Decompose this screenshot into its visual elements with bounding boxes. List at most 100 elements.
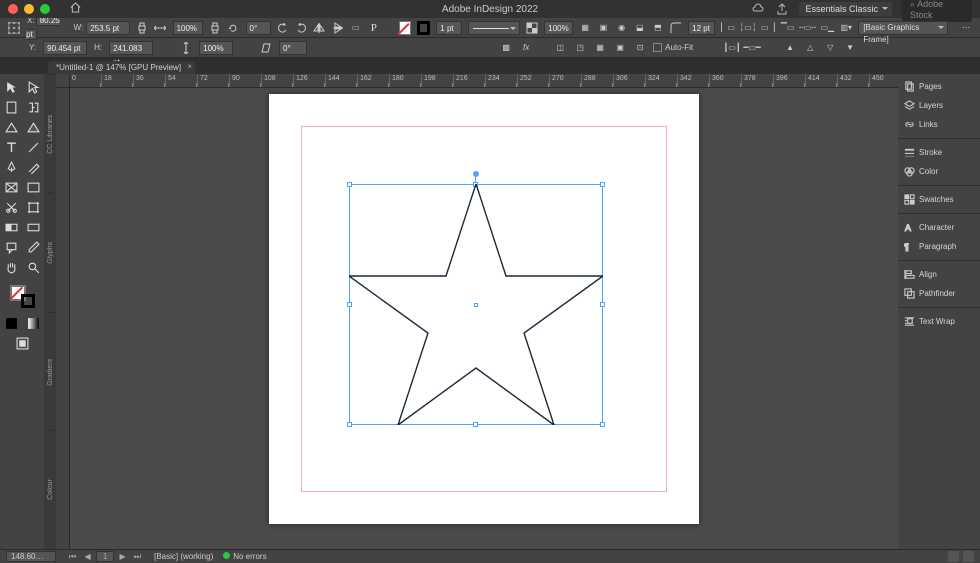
page-tool[interactable]: [1, 98, 21, 116]
pencil-tool[interactable]: [23, 158, 43, 176]
first-page-button[interactable]: ⏮: [66, 552, 79, 561]
close-tab-button[interactable]: ×: [187, 62, 192, 71]
ruler-origin[interactable]: [56, 74, 70, 88]
canvas[interactable]: 0183654729010812614416218019821623425227…: [56, 74, 898, 549]
panel-links[interactable]: Links: [898, 116, 980, 133]
collapsed-panel-strip[interactable]: CC Libraries Glyphs Gradient Colour: [44, 74, 56, 549]
flip-vertical-button[interactable]: [331, 21, 343, 35]
window-zoom-button[interactable]: [40, 4, 50, 14]
panel-pathfinder[interactable]: Pathfinder: [898, 285, 980, 302]
fit-frame-prop-button[interactable]: ◳: [573, 41, 587, 55]
w-field[interactable]: 253.5 pt: [86, 21, 130, 35]
arrange-front-button[interactable]: ▲: [783, 41, 797, 55]
align-top-button[interactable]: ▔▭: [781, 21, 795, 35]
fill-swatch[interactable]: [399, 21, 411, 35]
panel-cc-libraries[interactable]: CC Libraries: [47, 74, 54, 193]
panel-layers[interactable]: Layers: [898, 97, 980, 114]
center-content-button[interactable]: ⊡: [633, 41, 647, 55]
panel-glyphs[interactable]: Glyphs: [47, 193, 54, 312]
rectangle-tool[interactable]: [23, 178, 43, 196]
fill-stroke-colorwell[interactable]: [9, 284, 35, 308]
panel-pages[interactable]: Pages: [898, 78, 980, 95]
status-icon-1[interactable]: [948, 551, 959, 562]
arrange-backward-button[interactable]: ▽: [823, 41, 837, 55]
rectangle-frame-tool[interactable]: [1, 178, 21, 196]
vertical-ruler[interactable]: [56, 88, 70, 549]
share-icon[interactable]: [775, 2, 789, 16]
pasteboard[interactable]: [70, 88, 898, 549]
gradient-feather-tool[interactable]: [23, 218, 43, 236]
panel-character[interactable]: ACharacter: [898, 219, 980, 236]
y-field[interactable]: 90.454 pt: [43, 41, 87, 55]
h-field[interactable]: 241.083 pt: [109, 41, 153, 55]
horizontal-ruler[interactable]: 0183654729010812614416218019821623425227…: [56, 74, 898, 88]
window-close-button[interactable]: [8, 4, 18, 14]
page-number-field[interactable]: 1: [96, 551, 114, 562]
panel-textwrap[interactable]: Text Wrap: [898, 313, 980, 330]
rotate-ccw-90-button[interactable]: [277, 21, 289, 35]
status-icon-2[interactable]: [963, 551, 974, 562]
stock-search-input[interactable]: ⌕ Adobe Stock: [902, 0, 972, 22]
rotate-field[interactable]: 0°: [246, 21, 271, 35]
preflight-status[interactable]: No errors: [223, 552, 266, 561]
distribute-h-button[interactable]: ┃▭┃: [725, 41, 739, 55]
direct-selection-tool[interactable]: [23, 78, 43, 96]
page-nav[interactable]: ⏮ ◀ 1 ▶ ⏭: [66, 552, 144, 562]
object-style-dropdown[interactable]: [Basic Graphics Frame]: [858, 21, 948, 35]
flip-horizontal-button[interactable]: [313, 21, 325, 35]
gradient-swatch-tool[interactable]: [1, 218, 21, 236]
corner-options-icon[interactable]: [670, 21, 682, 35]
fill-frame-button[interactable]: ▦: [593, 41, 607, 55]
constrain-wh-icon[interactable]: [136, 21, 148, 35]
autofit-checkbox[interactable]: Auto-Fit: [653, 43, 693, 52]
type-tool[interactable]: [1, 138, 21, 156]
wrap-shape-button[interactable]: ◉: [615, 21, 627, 35]
workspace-dropdown[interactable]: Essentials Classic: [799, 2, 892, 16]
stroke-swatch[interactable]: [417, 21, 430, 35]
fx-button[interactable]: fx: [519, 41, 533, 55]
opacity-field[interactable]: 100%: [544, 21, 573, 35]
align-right-button[interactable]: ▭▕: [761, 21, 775, 35]
line-tool[interactable]: [23, 138, 43, 156]
free-transform-tool[interactable]: [23, 198, 43, 216]
scissors-tool[interactable]: [1, 198, 21, 216]
scale-y-field[interactable]: 100%: [199, 41, 233, 55]
fit-content-prop-button[interactable]: ◫: [553, 41, 567, 55]
apply-gradient-button[interactable]: [23, 314, 43, 332]
hand-tool[interactable]: [1, 258, 21, 276]
scale-x-field[interactable]: 100%: [173, 21, 204, 35]
panel-paragraph[interactable]: ¶Paragraph: [898, 238, 980, 255]
align-vcenter-button[interactable]: ╌▭╌: [800, 21, 814, 35]
stroke-weight-field[interactable]: 1 pt: [436, 21, 461, 35]
wrap-bbox-button[interactable]: ▣: [597, 21, 609, 35]
selection-tool[interactable]: [1, 78, 21, 96]
control-bar-menu-icon[interactable]: ⋯: [960, 21, 972, 35]
stroke-style-dropdown[interactable]: [468, 21, 520, 35]
prev-page-button[interactable]: ◀: [81, 552, 93, 561]
align-hcenter-button[interactable]: ╎▭╎: [741, 21, 755, 35]
reference-point-grid[interactable]: [8, 21, 20, 35]
shear-field[interactable]: 0°: [279, 41, 307, 55]
zoom-tool[interactable]: [23, 258, 43, 276]
align-to-dropdown[interactable]: ▥▾: [840, 21, 852, 35]
drop-shadow-button[interactable]: ▩: [499, 41, 513, 55]
pen-tool[interactable]: [1, 158, 21, 176]
last-page-button[interactable]: ⏭: [131, 552, 144, 561]
cloud-icon[interactable]: [751, 2, 765, 16]
stroke-color-well[interactable]: [21, 294, 35, 308]
view-mode-button[interactable]: [12, 334, 32, 352]
page[interactable]: [269, 94, 699, 524]
select-container-button[interactable]: ▭: [350, 21, 362, 35]
rotation-handle[interactable]: [473, 171, 479, 177]
eyedropper-tool[interactable]: [23, 238, 43, 256]
arrange-back-button[interactable]: ▼: [843, 41, 857, 55]
align-bottom-button[interactable]: ▭▁: [820, 21, 834, 35]
home-icon[interactable]: [70, 2, 81, 16]
wrap-jump-next-button[interactable]: ⬒: [652, 21, 664, 35]
window-minimize-button[interactable]: [24, 4, 34, 14]
panel-stroke[interactable]: Stroke: [898, 144, 980, 161]
star-shape[interactable]: [349, 184, 603, 425]
wrap-none-button[interactable]: ▦: [579, 21, 591, 35]
wrap-jump-button[interactable]: ⬓: [634, 21, 646, 35]
panel-colour[interactable]: Colour: [47, 430, 54, 549]
